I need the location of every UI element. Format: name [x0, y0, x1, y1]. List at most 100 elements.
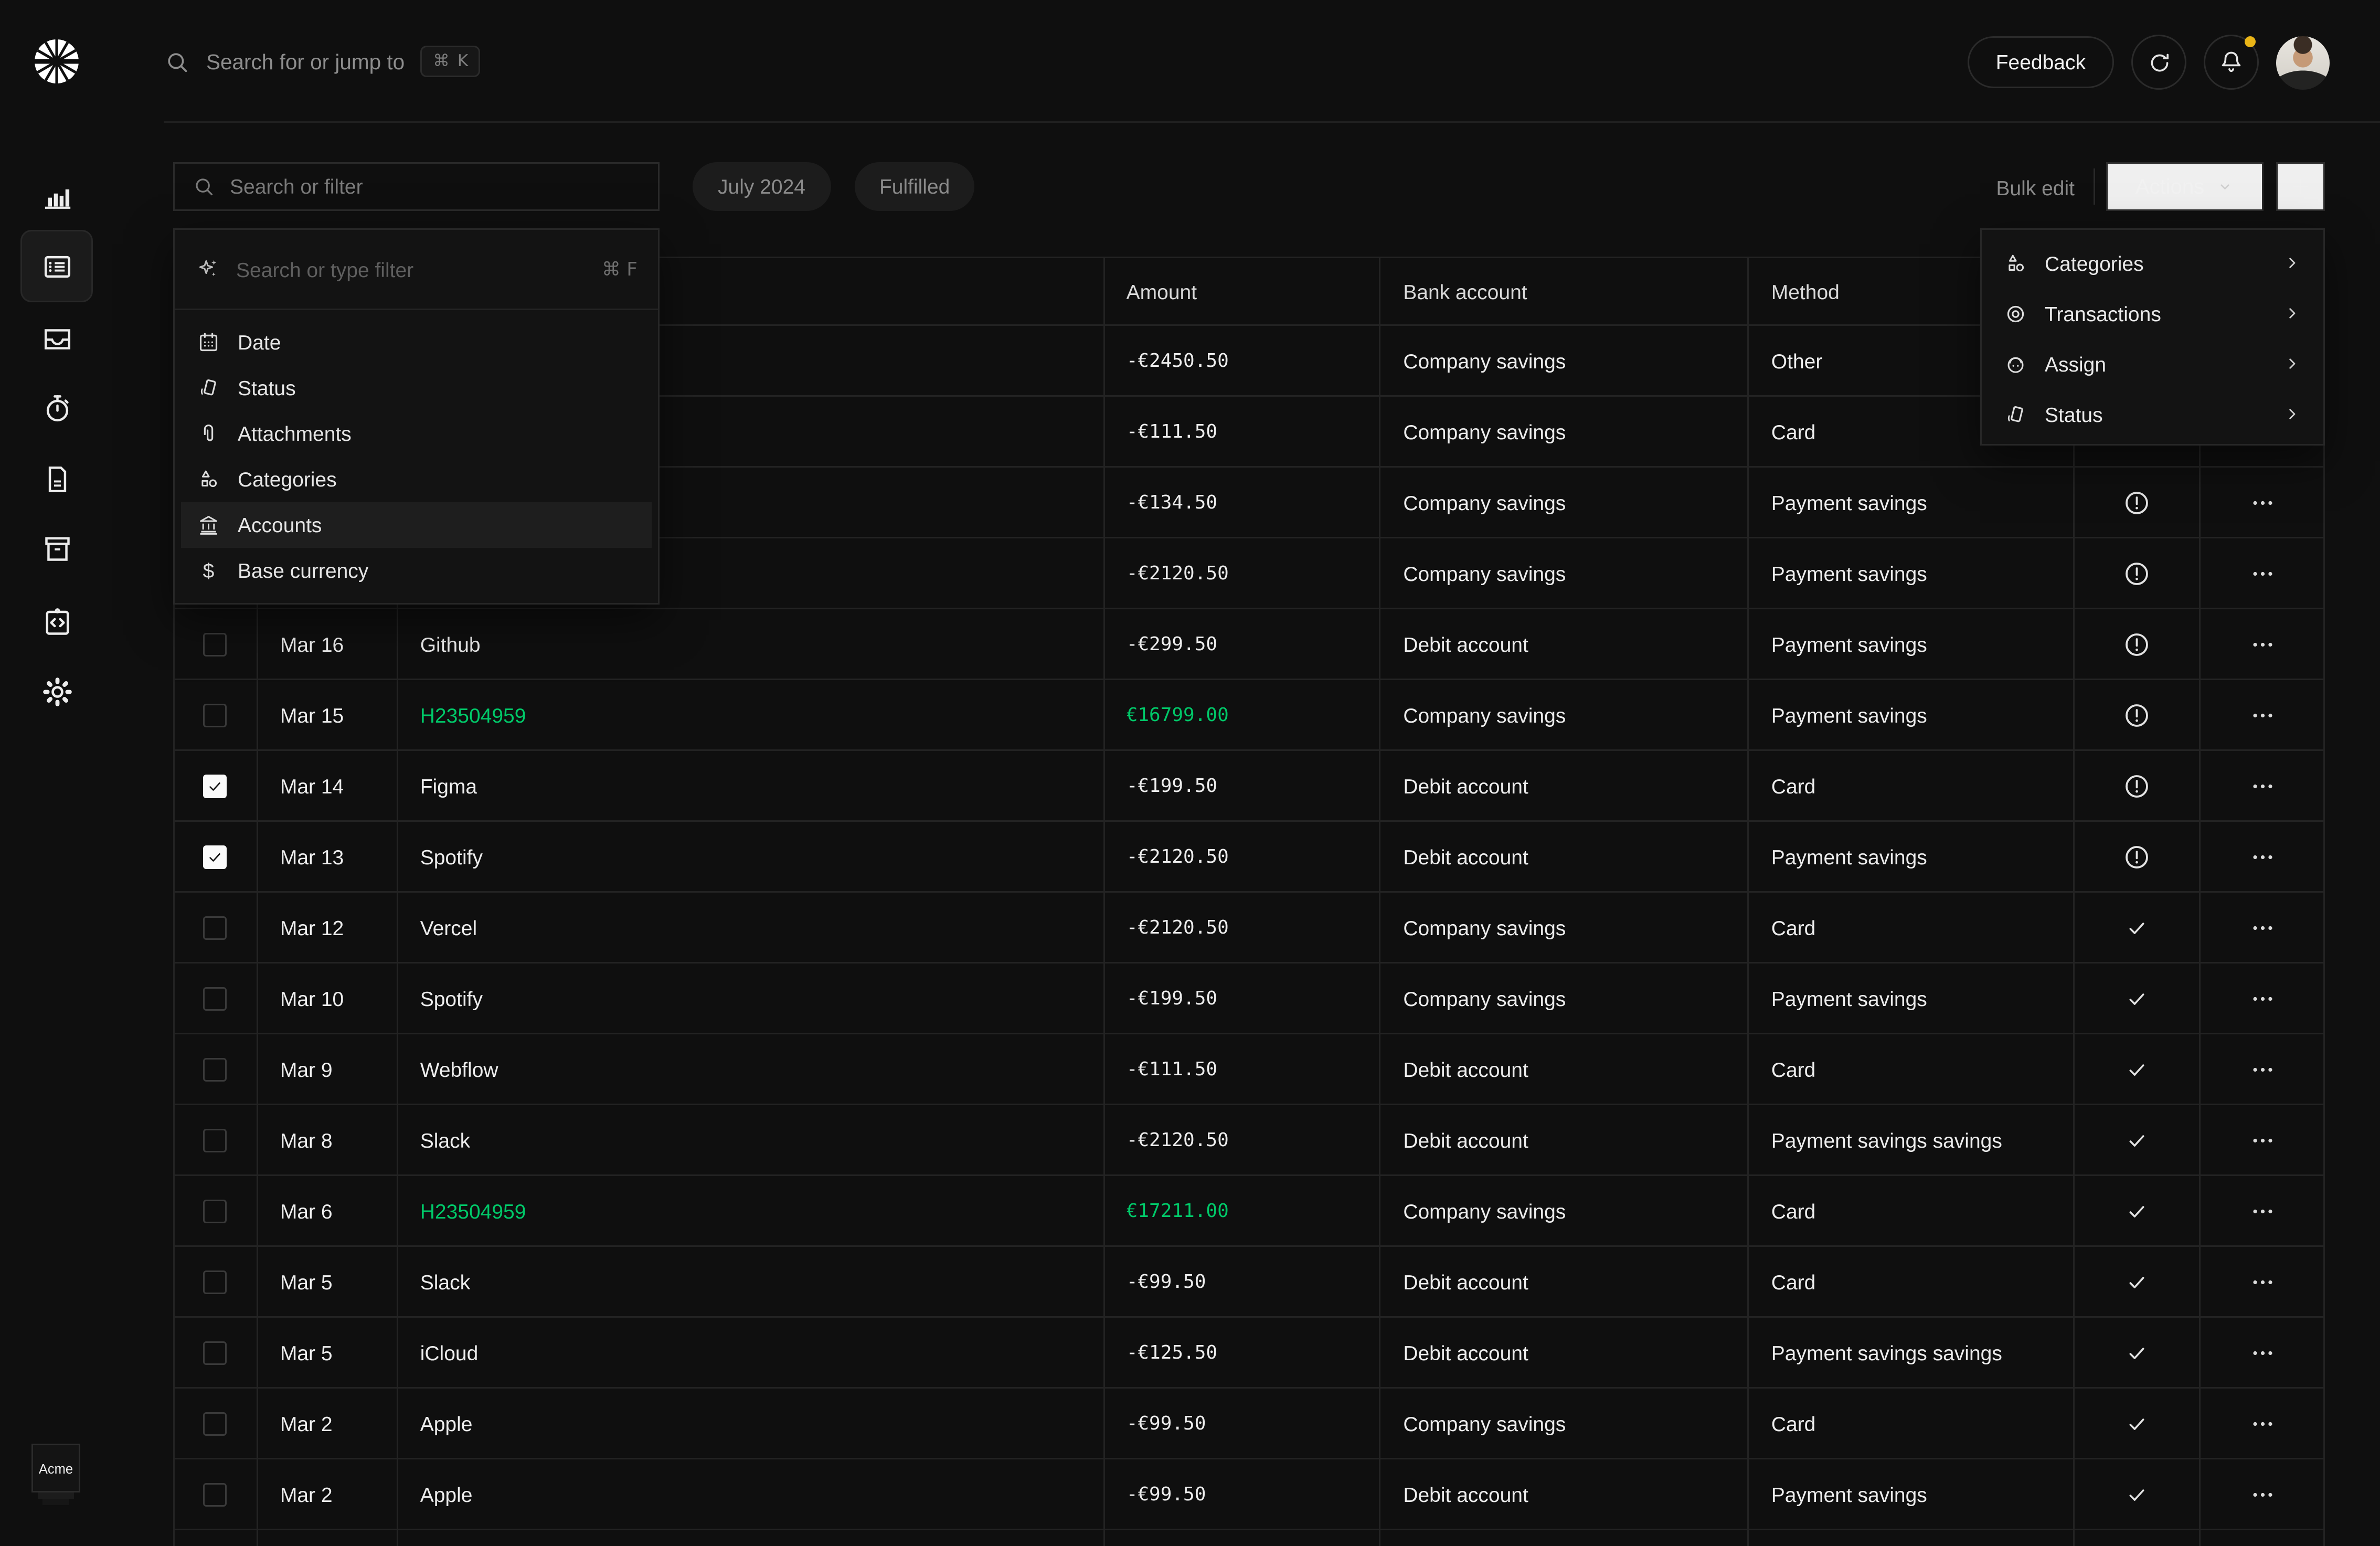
file-icon [40, 462, 73, 495]
add-transaction-button[interactable] [2276, 162, 2325, 211]
transaction-row[interactable]: Mar 14Figma-€199.50Debit accountCard [175, 751, 2325, 822]
status-cell [2075, 963, 2201, 1033]
user-avatar[interactable] [2276, 36, 2330, 89]
sidebar-item-vault[interactable] [20, 512, 93, 584]
transaction-row[interactable]: Mar 16Github-€299.50Debit accountPayment… [175, 609, 2325, 680]
sidebar-item-invoices[interactable] [20, 442, 93, 515]
global-search-input[interactable]: Search for or jump to ⌘K [164, 35, 481, 88]
row-menu-button[interactable] [2249, 1056, 2276, 1083]
description-cell: Slack [398, 1105, 1104, 1174]
team-switcher[interactable]: Acme [31, 1444, 80, 1492]
sidebar-item-tracker[interactable] [20, 372, 93, 444]
sidebar-item-settings[interactable] [20, 655, 93, 727]
row-checkbox[interactable] [204, 1057, 227, 1081]
transaction-row[interactable]: Mar 6H23504959€17211.00Company savingsCa… [175, 1176, 2325, 1247]
bank-account-label: Company savings [1403, 1199, 1566, 1223]
shapes-icon [2004, 251, 2027, 275]
feedback-button[interactable]: Feedback [1968, 36, 2114, 88]
filter-menu-item-attachments[interactable]: Attachments [181, 411, 652, 457]
row-checkbox[interactable] [204, 703, 227, 727]
row-menu-button[interactable] [2249, 914, 2276, 941]
actions-menu-item-status[interactable]: Status [1982, 389, 2323, 439]
filter-menu-search-input[interactable]: Search or type filter ⌘ F [175, 230, 658, 310]
actions-menu-item-categories[interactable]: Categories [1982, 238, 2323, 288]
row-checkbox[interactable] [204, 1270, 227, 1294]
filter-chip[interactable]: Fulfilled [854, 162, 975, 211]
row-checkbox[interactable] [204, 632, 227, 656]
row-menu-button[interactable] [2249, 772, 2276, 799]
transaction-row[interactable]: Mar 9Webflow-€111.50Debit accountCard [175, 1034, 2325, 1105]
row-checkbox[interactable] [204, 1412, 227, 1435]
bank-account-label: Company savings [1403, 420, 1566, 443]
description-label: Apple [420, 1483, 473, 1506]
row-menu-button[interactable] [2249, 489, 2276, 516]
row-checkbox[interactable] [204, 1483, 227, 1506]
sidebar-item-inbox[interactable] [20, 302, 93, 375]
transaction-row[interactable]: Mar 5iCloud-€125.50Debit accountPayment … [175, 1318, 2325, 1389]
filter-menu-item-base-currency[interactable]: $Base currency [181, 548, 652, 594]
transaction-row[interactable]: Mar 13Spotify-€2120.50Debit accountPayme… [175, 822, 2325, 893]
row-menu-button[interactable] [2249, 1410, 2276, 1437]
transaction-row[interactable]: Mar 2Apple€99.50Gabriel CGabriel C [175, 1530, 2325, 1546]
row-checkbox[interactable] [204, 1199, 227, 1223]
notifications-button[interactable] [2204, 35, 2259, 90]
amount-cell: -€2120.50 [1104, 822, 1382, 891]
row-checkbox[interactable] [204, 774, 227, 798]
row-menu-button[interactable] [2249, 985, 2276, 1012]
row-checkbox[interactable] [204, 987, 227, 1010]
bank-account-column-header: Bank account [1381, 258, 1749, 324]
transaction-row[interactable]: Mar 2Apple-€99.50Company savingsCard [175, 1389, 2325, 1459]
amount-cell: -€99.50 [1104, 1459, 1382, 1529]
row-checkbox[interactable] [204, 1341, 227, 1364]
row-menu-button[interactable] [2249, 1127, 2276, 1153]
amount-label: -€111.50 [1127, 1058, 1217, 1080]
team-stack-decoration [42, 1499, 69, 1505]
chevron-right-icon [2282, 304, 2301, 323]
transaction-row[interactable]: Mar 10Spotify-€199.50Company savingsPaym… [175, 963, 2325, 1034]
actions-menu-item-transactions[interactable]: Transactions [1982, 288, 2323, 338]
description-cell: iCloud [398, 1318, 1104, 1387]
row-menu-button[interactable] [2249, 1339, 2276, 1366]
filter-menu-item-label: Date [238, 331, 281, 354]
bank-account-label: Company savings [1403, 349, 1566, 373]
row-checkbox[interactable] [204, 916, 227, 939]
row-menu-button[interactable] [2249, 702, 2276, 728]
date-label: Mar 14 [280, 774, 344, 798]
transaction-row[interactable]: Mar 12Vercel-€2120.50Company savingsCard [175, 893, 2325, 963]
transaction-row[interactable]: Mar 5Slack-€99.50Debit accountCard [175, 1247, 2325, 1318]
method-label: Payment savings [1771, 987, 1927, 1010]
transaction-row[interactable]: Mar 8Slack-€2120.50Debit accountPayment … [175, 1105, 2325, 1176]
filter-chip[interactable]: July 2024 [693, 162, 831, 211]
row-menu-button[interactable] [2249, 1268, 2276, 1295]
row-menu-cell [2201, 1034, 2325, 1104]
filter-menu-item-categories[interactable]: Categories [181, 457, 652, 502]
actions-menu-item-assign[interactable]: Assign [1982, 338, 2323, 389]
calendar-icon [197, 331, 220, 354]
table-filter-input[interactable]: Search or filter [173, 162, 660, 211]
row-menu-button[interactable] [2249, 631, 2276, 658]
sidebar-item-apps[interactable] [20, 586, 93, 658]
sidebar-item-overview[interactable] [20, 159, 93, 231]
row-menu-button[interactable] [2249, 560, 2276, 587]
actions-dropdown-button[interactable]: Actions [2106, 162, 2264, 211]
row-menu-button[interactable] [2249, 1198, 2276, 1224]
method-cell: Payment savings [1749, 822, 2075, 891]
refresh-button[interactable] [2131, 35, 2186, 90]
date-cell: Mar 9 [258, 1034, 398, 1104]
method-label: Payment savings [1771, 632, 1927, 656]
transaction-row[interactable]: Mar 2Apple-€99.50Debit accountPayment sa… [175, 1459, 2325, 1530]
filter-menu-item-date[interactable]: Date [181, 320, 652, 365]
row-checkbox[interactable] [204, 1128, 227, 1152]
bulk-edit-button[interactable]: Bulk edit [1996, 176, 2075, 200]
row-menu-button[interactable] [2249, 1481, 2276, 1508]
row-checkbox[interactable] [204, 845, 227, 869]
row-menu-button[interactable] [2249, 843, 2276, 870]
filter-menu-item-accounts[interactable]: Accounts [181, 502, 652, 548]
sidebar-item-transactions[interactable] [20, 230, 93, 302]
amount-label: -€199.50 [1127, 987, 1217, 1009]
filter-menu-item-status[interactable]: Status [181, 365, 652, 411]
chevron-right-icon [2282, 405, 2301, 423]
transaction-row[interactable]: Mar 15H23504959€16799.00Company savingsP… [175, 680, 2325, 751]
filter-menu: Search or type filter ⌘ F Date StatusAtta… [173, 228, 660, 605]
row-menu-cell [2201, 751, 2325, 820]
